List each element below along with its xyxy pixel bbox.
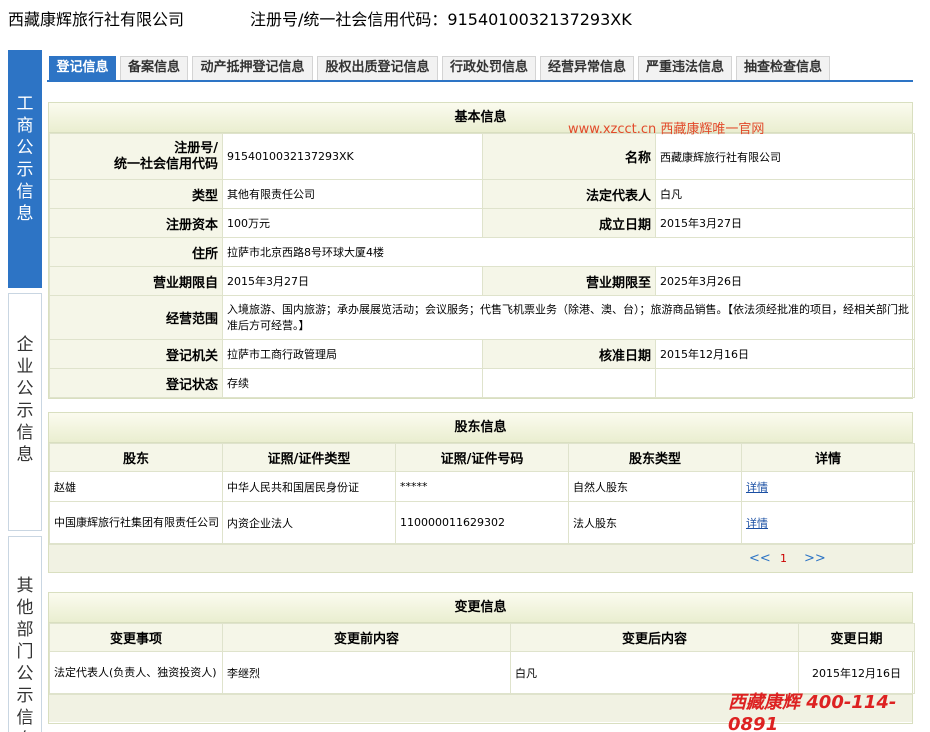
shareholder-kind: 自然人股东 xyxy=(568,471,742,502)
change-table: 变更事项 变更前内容 变更后内容 变更日期 法定代表人(负责人、独资投资人) 李… xyxy=(49,623,915,694)
tab-equity-pledge[interactable]: 股权出质登记信息 xyxy=(317,56,438,80)
approved-value: 2015年12月16日 xyxy=(655,339,915,369)
empty-cell xyxy=(482,368,656,398)
status-value: 存续 xyxy=(222,368,483,398)
status-label: 登记状态 xyxy=(49,368,223,398)
basic-info-section: 基本信息 注册号/ 统一社会信用代码 9154010032137293XK 名称… xyxy=(48,102,915,399)
type-label: 类型 xyxy=(49,179,223,209)
authority-label: 登记机关 xyxy=(49,339,223,369)
shareholder-name: 中国康辉旅行社集团有限责任公司 xyxy=(49,501,223,544)
empty-cell xyxy=(655,368,915,398)
reg-no-label: 注册号/ 统一社会信用代码 xyxy=(49,133,223,180)
tab-serious-violation[interactable]: 严重违法信息 xyxy=(638,56,732,80)
shareholder-section: 股东信息 股东 证照/证件类型 证照/证件号码 股东类型 详情 赵雄 中华人民共… xyxy=(48,412,915,573)
shareholder-name: 赵雄 xyxy=(49,471,223,502)
name-label: 名称 xyxy=(482,133,656,180)
column-header: 股东类型 xyxy=(568,443,742,472)
reg-no-value: 9154010032137293XK xyxy=(222,133,483,180)
detail-link[interactable]: 详情 xyxy=(746,517,768,530)
pager-page-number[interactable]: 1 xyxy=(780,552,787,565)
tab-underline xyxy=(47,80,913,82)
approved-label: 核准日期 xyxy=(482,339,656,369)
address-label: 住所 xyxy=(49,237,223,267)
shareholder-title: 股东信息 xyxy=(49,413,912,443)
side-nav-enterprise-public[interactable]: 企业公示信息 xyxy=(8,293,42,531)
phone-watermark: 西藏康辉 400-114-0891 xyxy=(728,692,897,732)
term-from-value: 2015年3月27日 xyxy=(222,266,483,296)
column-header: 证照/证件类型 xyxy=(222,443,396,472)
change-item: 法定代表人(负责人、独资投资人) xyxy=(49,651,223,694)
tab-filing[interactable]: 备案信息 xyxy=(120,56,188,80)
shareholder-id-type: 中华人民共和国居民身份证 xyxy=(222,471,396,502)
table-row: 赵雄 中华人民共和国居民身份证 ***** 自然人股东 详情 xyxy=(49,471,915,502)
change-title: 变更信息 xyxy=(49,593,912,623)
shareholder-table: 股东 证照/证件类型 证照/证件号码 股东类型 详情 赵雄 中华人民共和国居民身… xyxy=(49,443,915,544)
founded-label: 成立日期 xyxy=(482,208,656,238)
type-value: 其他有限责任公司 xyxy=(222,179,483,209)
column-header: 股东 xyxy=(49,443,223,472)
shareholder-id-no: 110000011629302 xyxy=(395,501,569,544)
founded-value: 2015年3月27日 xyxy=(655,208,915,238)
column-header: 变更后内容 xyxy=(510,623,799,652)
column-header: 变更前内容 xyxy=(222,623,511,652)
authority-value: 拉萨市工商行政管理局 xyxy=(222,339,483,369)
column-header: 变更日期 xyxy=(798,623,915,652)
shareholder-id-type: 内资企业法人 xyxy=(222,501,396,544)
basic-info-table: 注册号/ 统一社会信用代码 9154010032137293XK 名称 西藏康辉… xyxy=(49,133,915,398)
change-before: 李继烈 xyxy=(222,651,511,694)
tab-chattel-mortgage[interactable]: 动产抵押登记信息 xyxy=(192,56,313,80)
term-to-label: 营业期限至 xyxy=(482,266,656,296)
shareholder-kind: 法人股东 xyxy=(568,501,742,544)
scope-value: 入境旅游、国内旅游；承办展展览活动；会议服务；代售飞机票业务（除港、澳、台）；旅… xyxy=(222,295,915,340)
term-from-label: 营业期限自 xyxy=(49,266,223,296)
capital-value: 100万元 xyxy=(222,208,483,238)
detail-link[interactable]: 详情 xyxy=(746,481,768,494)
name-value: 西藏康辉旅行社有限公司 xyxy=(655,133,915,180)
table-row: 中国康辉旅行社集团有限责任公司 内资企业法人 110000011629302 法… xyxy=(49,501,915,544)
address-value: 拉萨市北京西路8号环球大厦4楼 xyxy=(222,237,915,267)
shareholder-id-no: ***** xyxy=(395,471,569,502)
capital-label: 注册资本 xyxy=(49,208,223,238)
basic-info-title: 基本信息 xyxy=(49,103,912,133)
column-header: 详情 xyxy=(741,443,915,472)
tab-registration[interactable]: 登记信息 xyxy=(49,56,116,80)
company-title: 西藏康辉旅行社有限公司 xyxy=(8,10,185,29)
tab-administrative-penalty[interactable]: 行政处罚信息 xyxy=(442,56,536,80)
shareholder-pager: << 1 >> xyxy=(49,544,912,572)
column-header: 证照/证件号码 xyxy=(395,443,569,472)
side-nav-other-departments[interactable]: 其他部门公示信息 xyxy=(8,536,42,732)
legal-rep-label: 法定代表人 xyxy=(482,179,656,209)
tab-abnormal-operation[interactable]: 经营异常信息 xyxy=(540,56,634,80)
pager-prev[interactable]: << xyxy=(749,551,771,566)
site-watermark: www.xzcct.cn 西藏康辉唯一官网 xyxy=(568,122,765,137)
column-header: 变更事项 xyxy=(49,623,223,652)
page-header: 西藏康辉旅行社有限公司 注册号/统一社会信用代码：915401003213729… xyxy=(0,0,930,34)
side-nav-business-public[interactable]: 工商公示信息 xyxy=(8,50,42,288)
legal-rep-value: 白凡 xyxy=(655,179,915,209)
registration-number: 注册号/统一社会信用代码：9154010032137293XK xyxy=(250,10,632,29)
pager-next[interactable]: >> xyxy=(804,551,826,566)
tab-spot-check[interactable]: 抽查检查信息 xyxy=(736,56,830,80)
term-to-value: 2025年3月26日 xyxy=(655,266,915,296)
scope-label: 经营范围 xyxy=(49,295,223,340)
